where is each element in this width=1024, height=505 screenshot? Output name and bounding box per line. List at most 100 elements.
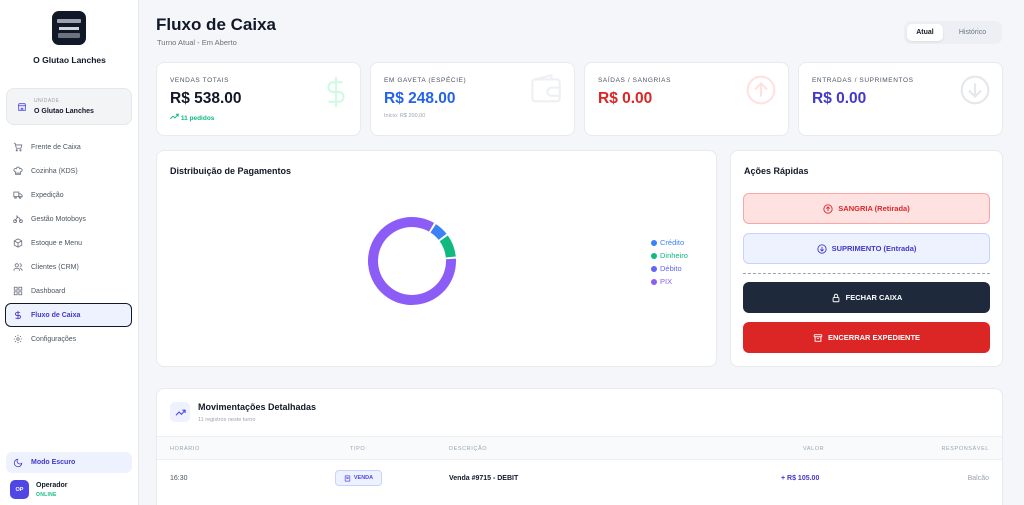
table-header: HORÁRIO TIPO DESCRIÇÃO VALOR RESPONSÁVEL — [157, 436, 1002, 460]
stat-sub: Inicio: R$ 200.00 — [384, 113, 426, 119]
page-subtitle: Turno Atual - Em Aberto — [157, 38, 237, 47]
sidebar-item-cozinha[interactable]: Cozinha (KDS) — [5, 159, 132, 183]
sidebar-item-label: Dashboard — [31, 287, 66, 295]
main-content: Fluxo de Caixa Turno Atual - Em Aberto A… — [139, 0, 1024, 505]
divider — [743, 273, 990, 274]
sidebar-item-label: Gestão Motoboys — [31, 215, 86, 223]
users-icon — [13, 263, 23, 271]
legend-item: Dinheiro — [651, 249, 688, 262]
store-icon — [17, 103, 27, 111]
bike-icon — [13, 215, 23, 223]
legend-item: Crédito — [651, 236, 688, 249]
records-count: 11 registros neste turno — [198, 417, 256, 423]
sidebar: O Glutao Lanches UNIDADE O Glutao Lanche… — [0, 0, 139, 505]
trend-up-icon — [170, 113, 179, 120]
payment-donut-chart — [368, 217, 456, 305]
stat-label: ENTRADAS / SUPRIMENTOS — [812, 77, 914, 84]
sidebar-nav: Frente de Caixa Cozinha (KDS) Expedição … — [5, 135, 132, 351]
arrow-up-circle-icon — [746, 75, 776, 105]
unit-name: O Glutao Lanches — [34, 108, 94, 115]
sidebar-item-label: Estoque e Menu — [31, 239, 82, 247]
receipt-icon — [344, 475, 351, 481]
suprimento-button[interactable]: SUPRIMENTO (Entrada) — [743, 233, 990, 264]
stat-card-gaveta: EM GAVETA (ESPÉCIE) R$ 248.00 Inicio: R$… — [370, 62, 575, 136]
chart-legend: Crédito Dinheiro Débito PIX — [651, 236, 688, 288]
arrow-down-circle-icon — [816, 243, 827, 254]
donut-slice-crédito — [430, 224, 447, 241]
archive-icon — [813, 333, 823, 342]
brand-logo — [52, 11, 86, 45]
page-title: Fluxo de Caixa — [156, 15, 276, 34]
avatar: OP — [10, 480, 29, 499]
stat-label: VENDAS TOTAIS — [170, 77, 230, 84]
dark-mode-label: Modo Escuro — [31, 459, 76, 466]
lock-icon — [832, 293, 840, 302]
sidebar-item-label: Frente de Caixa — [31, 143, 81, 151]
sidebar-item-estoque[interactable]: Estoque e Menu — [5, 231, 132, 255]
stat-card-saidas: SAÍDAS / SANGRIAS R$ 0.00 — [584, 62, 789, 136]
sidebar-item-frente-de-caixa[interactable]: Frente de Caixa — [5, 135, 132, 159]
section-title: Movimentações Detalhadas — [198, 402, 317, 412]
sidebar-item-label: Configurações — [31, 335, 77, 343]
unit-selector[interactable]: UNIDADE O Glutao Lanches — [6, 88, 132, 125]
encerrar-expediente-button[interactable]: ENCERRAR EXPEDIENTE — [743, 322, 990, 353]
tab-historico[interactable]: Histórico — [946, 24, 999, 41]
column-header: VALOR — [803, 446, 825, 452]
grid-icon — [13, 286, 23, 296]
stat-sub: 11 pedidos — [170, 113, 214, 122]
sidebar-item-label: Fluxo de Caixa — [31, 311, 81, 319]
cell-description: Venda #9715 - DEBIT — [449, 475, 519, 482]
sidebar-item-clientes[interactable]: Clientes (CRM) — [5, 255, 132, 279]
sidebar-item-dashboard[interactable]: Dashboard — [5, 279, 132, 303]
unit-caption: UNIDADE — [34, 98, 60, 104]
sidebar-item-expedicao[interactable]: Expedição — [5, 183, 132, 207]
legend-item: PIX — [651, 275, 688, 288]
cell-time: 16:30 — [170, 475, 188, 482]
trending-up-icon — [170, 402, 190, 422]
sangria-button[interactable]: SANGRIA (Retirada) — [743, 193, 990, 224]
operator-name: Operador — [36, 482, 68, 489]
fechar-caixa-button[interactable]: FECHAR CAIXA — [743, 282, 990, 313]
cart-icon — [13, 142, 23, 152]
legend-item: Débito — [651, 262, 688, 275]
column-header: TIPO — [350, 446, 366, 452]
column-header: RESPONSÁVEL — [941, 446, 989, 452]
dark-mode-toggle[interactable]: Modo Escuro — [6, 452, 132, 473]
column-header: HORÁRIO — [170, 446, 200, 452]
gear-icon — [13, 334, 23, 344]
dollar-icon — [327, 76, 345, 108]
stat-label: EM GAVETA (ESPÉCIE) — [384, 77, 467, 84]
operator-status: ONLINE — [36, 492, 57, 498]
sidebar-item-fluxo-de-caixa[interactable]: Fluxo de Caixa — [5, 303, 132, 327]
box-icon — [13, 238, 23, 248]
stat-value: R$ 538.00 — [170, 90, 242, 107]
quick-actions-card: Ações Rápidas SANGRIA (Retirada) SUPRIME… — [730, 150, 1003, 367]
wallet-icon — [531, 74, 561, 103]
arrow-up-circle-icon — [823, 203, 833, 214]
moon-icon — [13, 458, 23, 467]
sidebar-item-configuracoes[interactable]: Configurações — [5, 327, 132, 351]
sidebar-item-label: Cozinha (KDS) — [31, 167, 78, 175]
sidebar-item-label: Clientes (CRM) — [31, 263, 79, 271]
donut-slice-dinheiro — [439, 235, 456, 258]
payment-distribution-card: Distribuição de Pagamentos Crédito Dinhe… — [156, 150, 717, 367]
stat-card-entradas: ENTRADAS / SUPRIMENTOS R$ 0.00 — [798, 62, 1003, 136]
stat-value: R$ 0.00 — [812, 90, 867, 107]
movements-card: Movimentações Detalhadas 11 registros ne… — [156, 388, 1003, 505]
stat-card-vendas: VENDAS TOTAIS R$ 538.00 11 pedidos — [156, 62, 361, 136]
dollar-icon — [15, 310, 21, 320]
column-header: DESCRIÇÃO — [449, 446, 488, 452]
cell-value: + R$ 105.00 — [781, 475, 820, 482]
stat-value: R$ 0.00 — [598, 90, 653, 107]
arrow-down-circle-icon — [960, 75, 990, 105]
cell-responsible: Balcão — [967, 475, 989, 482]
type-badge: VENDA — [335, 470, 382, 486]
sidebar-item-motoboys[interactable]: Gestão Motoboys — [5, 207, 132, 231]
stat-value: R$ 248.00 — [384, 90, 456, 107]
chef-hat-icon — [13, 166, 23, 175]
sidebar-item-label: Expedição — [31, 191, 64, 199]
stat-label: SAÍDAS / SANGRIAS — [598, 77, 672, 84]
tab-atual[interactable]: Atual — [907, 24, 943, 41]
brand-name: O Glutao Lanches — [33, 55, 106, 65]
view-toggle: Atual Histórico — [904, 21, 1002, 44]
